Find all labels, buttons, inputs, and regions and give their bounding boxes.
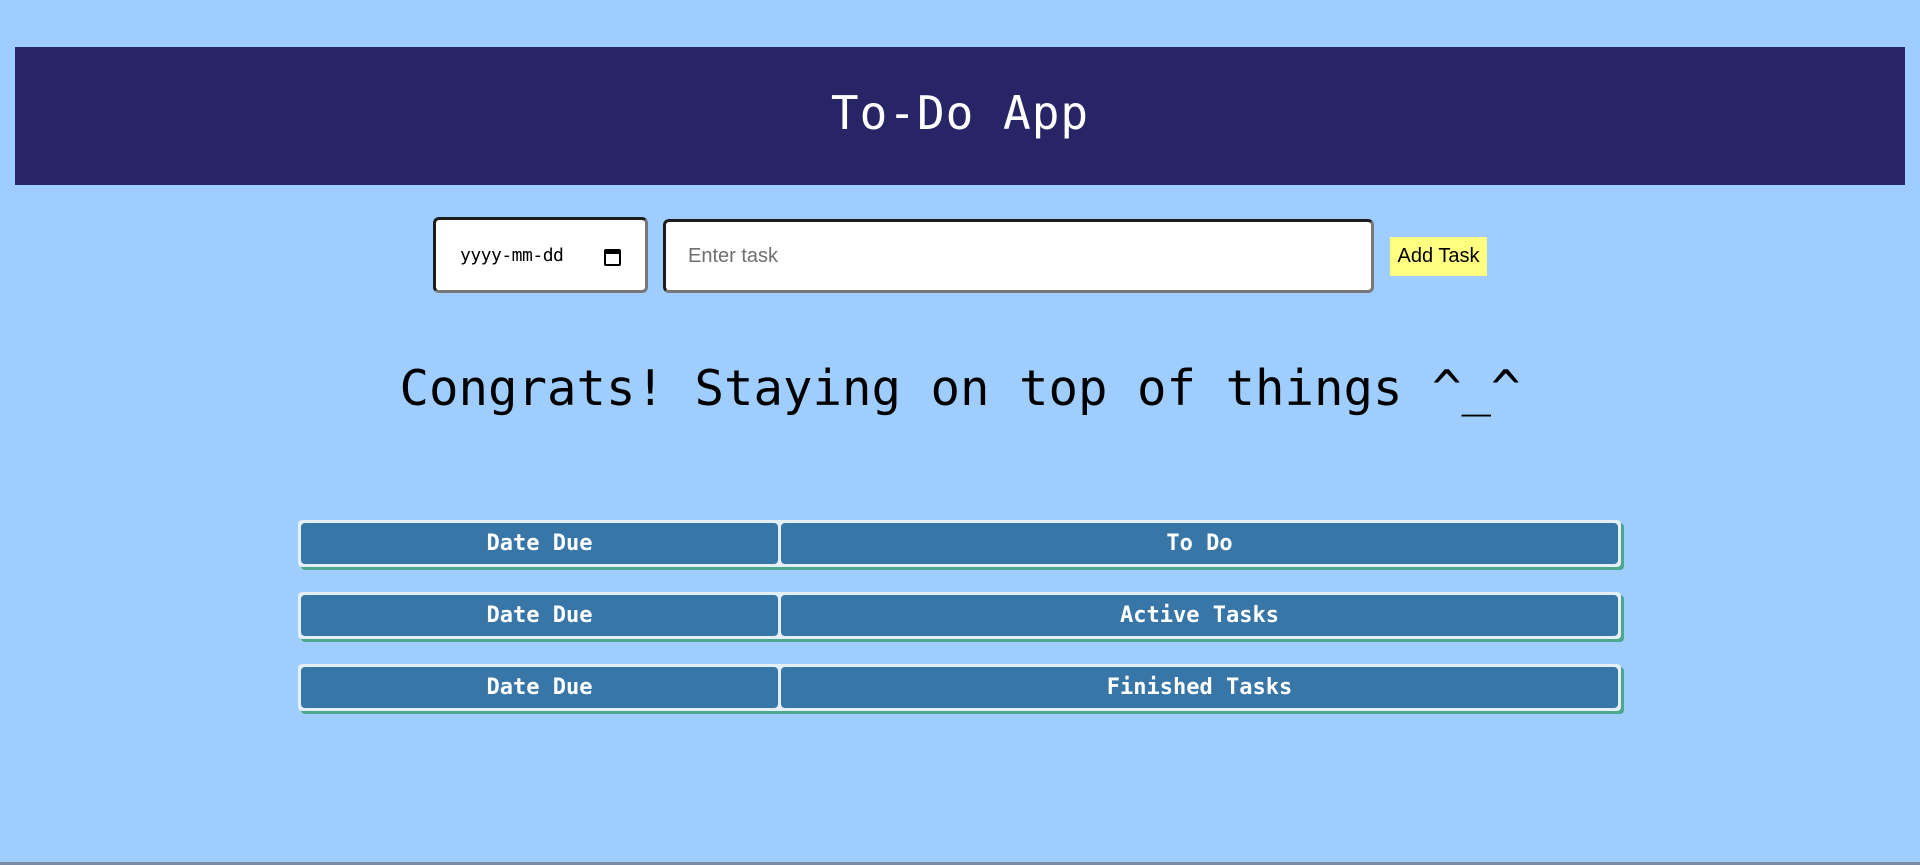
finished-title-header: Finished Tasks [781,667,1618,708]
active-date-due-header: Date Due [301,595,778,636]
task-input[interactable] [663,219,1374,293]
finished-tasks-table: Date Due Finished Tasks [298,664,1621,711]
app-title: To-Do App [830,86,1090,140]
add-task-button[interactable]: Add Task [1390,237,1487,276]
active-tasks-table: Date Due Active Tasks [298,592,1621,639]
due-date-input[interactable]: yyyy-mm-dd [433,217,648,293]
todo-table: Date Due To Do [298,520,1621,567]
active-title-header: Active Tasks [781,595,1618,636]
calendar-icon[interactable] [604,249,621,266]
todo-title-header: To Do [781,523,1618,564]
finished-date-due-header: Date Due [301,667,778,708]
todo-date-due-header: Date Due [301,523,778,564]
app-header: To-Do App [15,47,1905,185]
due-date-placeholder: yyyy-mm-dd [460,244,564,266]
status-message: Congrats! Staying on top of things ^_^ [399,360,1521,417]
